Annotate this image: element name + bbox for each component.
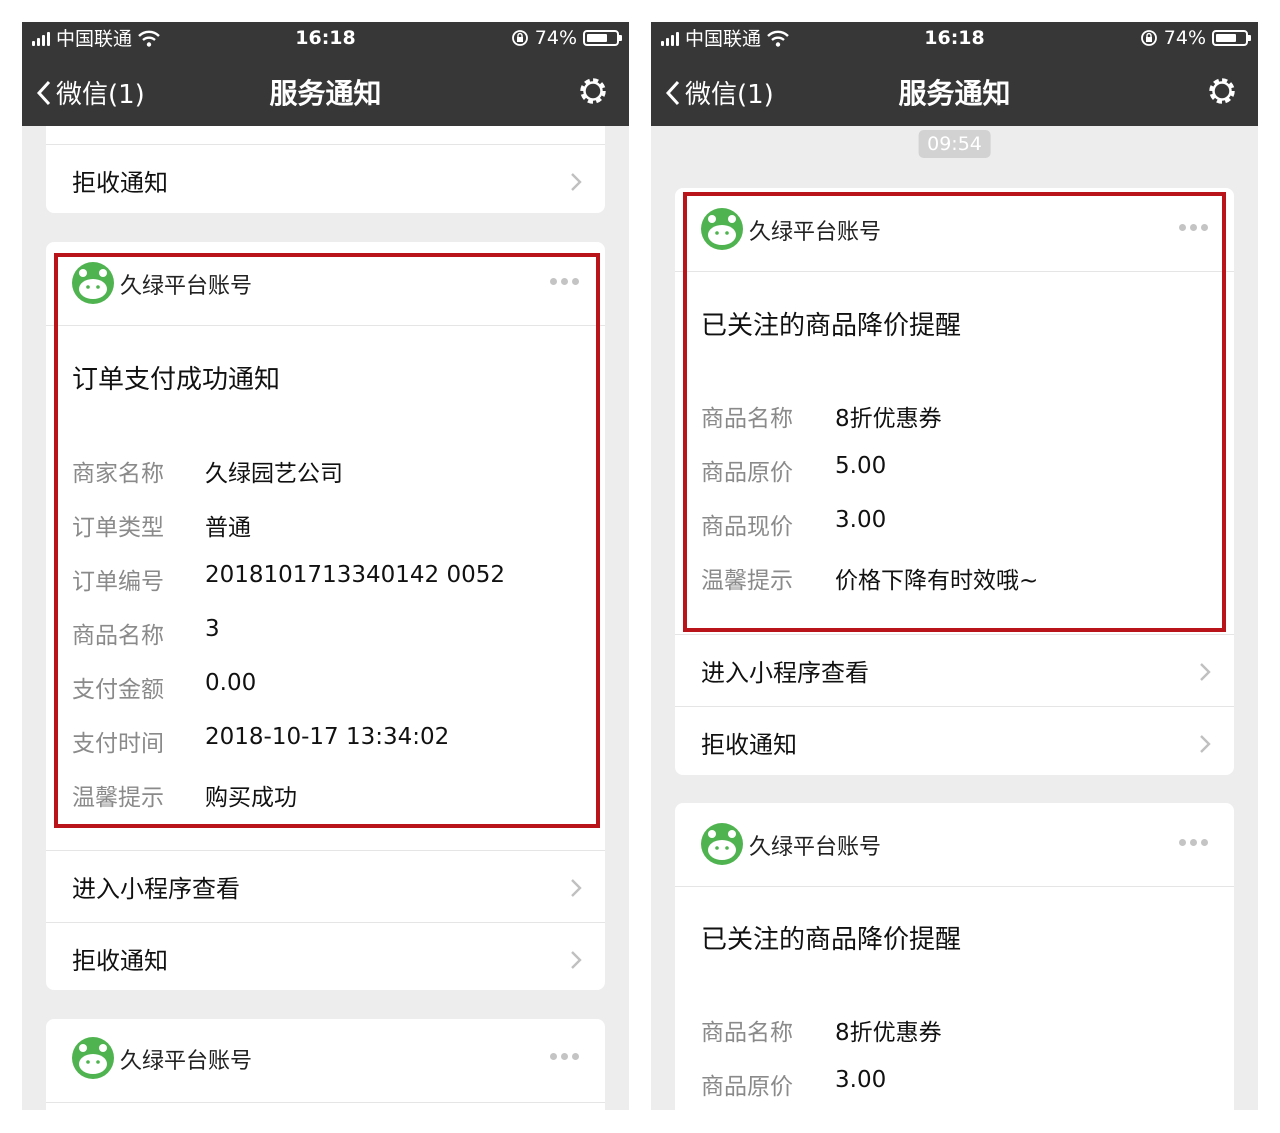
- field-label: 商品原价: [701, 460, 793, 486]
- more-options-icon[interactable]: [1179, 224, 1208, 231]
- rotation-lock-icon: [1140, 30, 1157, 46]
- chevron-right-icon: [571, 173, 582, 191]
- card-header: 久绿平台账号: [675, 803, 1234, 887]
- field-value: 价格下降有时效哦~: [835, 568, 1039, 594]
- field-value: 购买成功: [205, 785, 297, 811]
- nav-bar: 微信(1) 服务通知: [22, 56, 629, 126]
- open-miniprogram-row[interactable]: 进入小程序查看: [46, 850, 605, 922]
- card-title: 订单支付成功通知: [72, 365, 281, 395]
- notification-card-price: 久绿平台账号 已关注的商品降价提醒 商品名称 8折优惠券 商品原价 5.00 商…: [675, 188, 1234, 775]
- field-label: 订单类型: [72, 515, 164, 541]
- field-value: 8折优惠券: [835, 1020, 942, 1046]
- card-header: 久绿平台账号: [46, 242, 605, 326]
- account-avatar-icon: [701, 208, 743, 250]
- page-title: 服务通知: [898, 77, 1011, 110]
- field-value: 5.00: [835, 453, 887, 479]
- field-value: 3.00: [835, 1067, 887, 1093]
- open-miniprogram-row[interactable]: 进入小程序查看: [675, 634, 1234, 706]
- field-label: 商品名称: [72, 623, 164, 649]
- nav-bar: 微信(1) 服务通知: [651, 56, 1258, 126]
- notification-card-price-2: 久绿平台账号 已关注的商品降价提醒 商品名称 8折优惠券 商品原价 3.00: [675, 803, 1234, 1110]
- gear-icon[interactable]: [575, 73, 611, 109]
- action-label: 进入小程序查看: [72, 875, 240, 903]
- field-label: 温馨提示: [72, 785, 164, 811]
- action-label: 拒收通知: [72, 169, 168, 197]
- battery-percent: 74%: [1163, 27, 1206, 49]
- battery-icon: [583, 30, 622, 46]
- field-label: 商家名称: [72, 461, 164, 487]
- field-value: 普通: [205, 515, 251, 541]
- card-title: 已关注的商品降价提醒: [701, 311, 962, 341]
- more-options-icon[interactable]: [550, 1053, 579, 1060]
- gear-icon[interactable]: [1204, 73, 1240, 109]
- phone-screen-right: 中国联通 16:18 74% 微信(1) 服务通知 09:54 久绿平台账号 已…: [651, 22, 1258, 1110]
- chevron-right-icon: [1200, 663, 1211, 681]
- page-title: 服务通知: [269, 77, 382, 110]
- status-bar: 中国联通 16:18 74%: [651, 22, 1258, 56]
- battery-percent: 74%: [534, 27, 577, 49]
- field-value: 2018101713340142 0052: [205, 562, 505, 588]
- phone-screen-left: 中国联通 16:18 74% 微信(1) 服务通知 拒收通知 久绿平台账号 订单…: [22, 22, 629, 1110]
- field-value: 3.00: [835, 507, 887, 533]
- field-value: 0.00: [205, 670, 257, 696]
- card-header: 久绿平台账号: [675, 188, 1234, 272]
- chevron-right-icon: [571, 951, 582, 969]
- field-value: 8折优惠券: [835, 406, 942, 432]
- notification-card-top: 拒收通知: [46, 126, 605, 213]
- reject-notification-row[interactable]: 拒收通知: [46, 922, 605, 990]
- battery-icon: [1212, 30, 1251, 46]
- field-value: 3: [205, 616, 220, 642]
- notification-card-bottom: 久绿平台账号: [46, 1019, 605, 1110]
- account-avatar-icon: [72, 1037, 114, 1079]
- more-options-icon[interactable]: [550, 278, 579, 285]
- field-label: 支付时间: [72, 731, 164, 757]
- field-label: 商品现价: [701, 514, 793, 540]
- chevron-right-icon: [571, 879, 582, 897]
- field-label: 商品名称: [701, 1020, 793, 1046]
- notification-card-order: 久绿平台账号 订单支付成功通知 商家名称 久绿园艺公司 订单类型 普通 订单编号…: [46, 242, 605, 990]
- card-title: 已关注的商品降价提醒: [701, 925, 962, 955]
- more-options-icon[interactable]: [1179, 839, 1208, 846]
- account-name: 久绿平台账号: [120, 1049, 253, 1074]
- action-label: 拒收通知: [72, 947, 168, 975]
- field-value: 2018-10-17 13:34:02: [205, 724, 450, 750]
- reject-notification-row[interactable]: 拒收通知: [46, 144, 605, 213]
- action-label: 进入小程序查看: [701, 659, 869, 687]
- account-avatar-icon: [72, 262, 114, 304]
- field-label: 商品名称: [701, 406, 793, 432]
- rotation-lock-icon: [511, 30, 528, 46]
- field-label: 温馨提示: [701, 568, 793, 594]
- status-bar: 中国联通 16:18 74%: [22, 22, 629, 56]
- field-value: 久绿园艺公司: [205, 461, 343, 487]
- account-avatar-icon: [701, 823, 743, 865]
- message-timestamp: 09:54: [918, 130, 991, 158]
- card-header: 久绿平台账号: [46, 1019, 605, 1103]
- action-label: 拒收通知: [701, 731, 797, 759]
- chevron-right-icon: [1200, 735, 1211, 753]
- account-name: 久绿平台账号: [120, 274, 253, 299]
- field-label: 支付金额: [72, 677, 164, 703]
- reject-notification-row[interactable]: 拒收通知: [675, 706, 1234, 775]
- account-name: 久绿平台账号: [749, 220, 882, 245]
- account-name: 久绿平台账号: [749, 835, 882, 860]
- field-label: 订单编号: [72, 569, 164, 595]
- field-label: 商品原价: [701, 1074, 793, 1100]
